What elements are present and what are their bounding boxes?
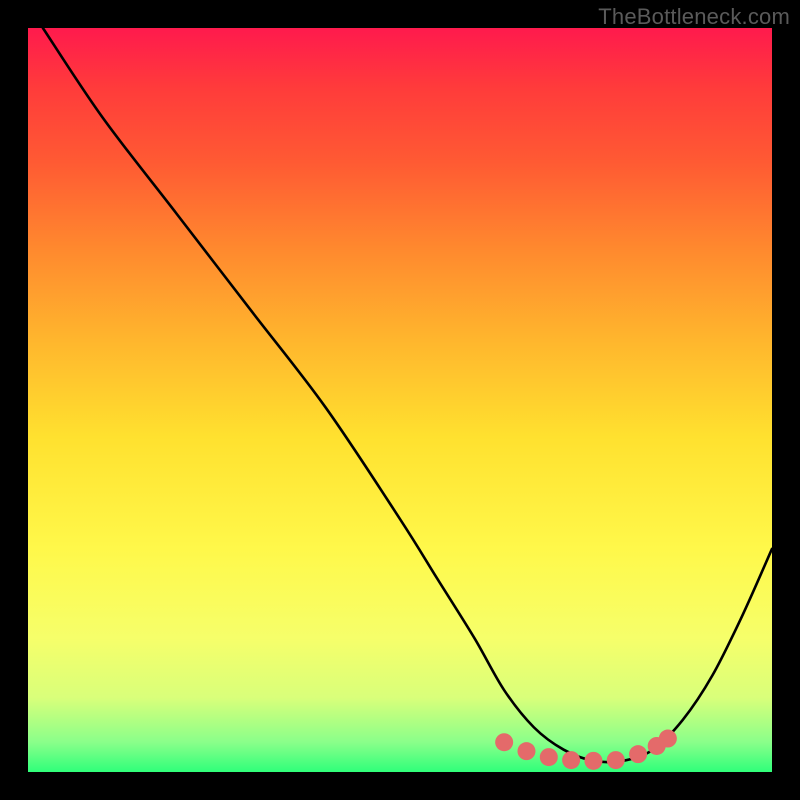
plot-area [28, 28, 772, 772]
chart-frame: TheBottleneck.com [0, 0, 800, 800]
optimal-marker [495, 733, 513, 751]
optimal-marker [584, 752, 602, 770]
optimal-marker [659, 730, 677, 748]
chart-svg [28, 28, 772, 772]
watermark-label: TheBottleneck.com [598, 4, 790, 30]
optimal-marker [629, 745, 647, 763]
optimal-marker [540, 748, 558, 766]
optimal-marker [607, 751, 625, 769]
optimal-zone-markers [495, 730, 677, 770]
bottleneck-curve [43, 28, 772, 762]
optimal-marker [562, 751, 580, 769]
optimal-marker [517, 742, 535, 760]
